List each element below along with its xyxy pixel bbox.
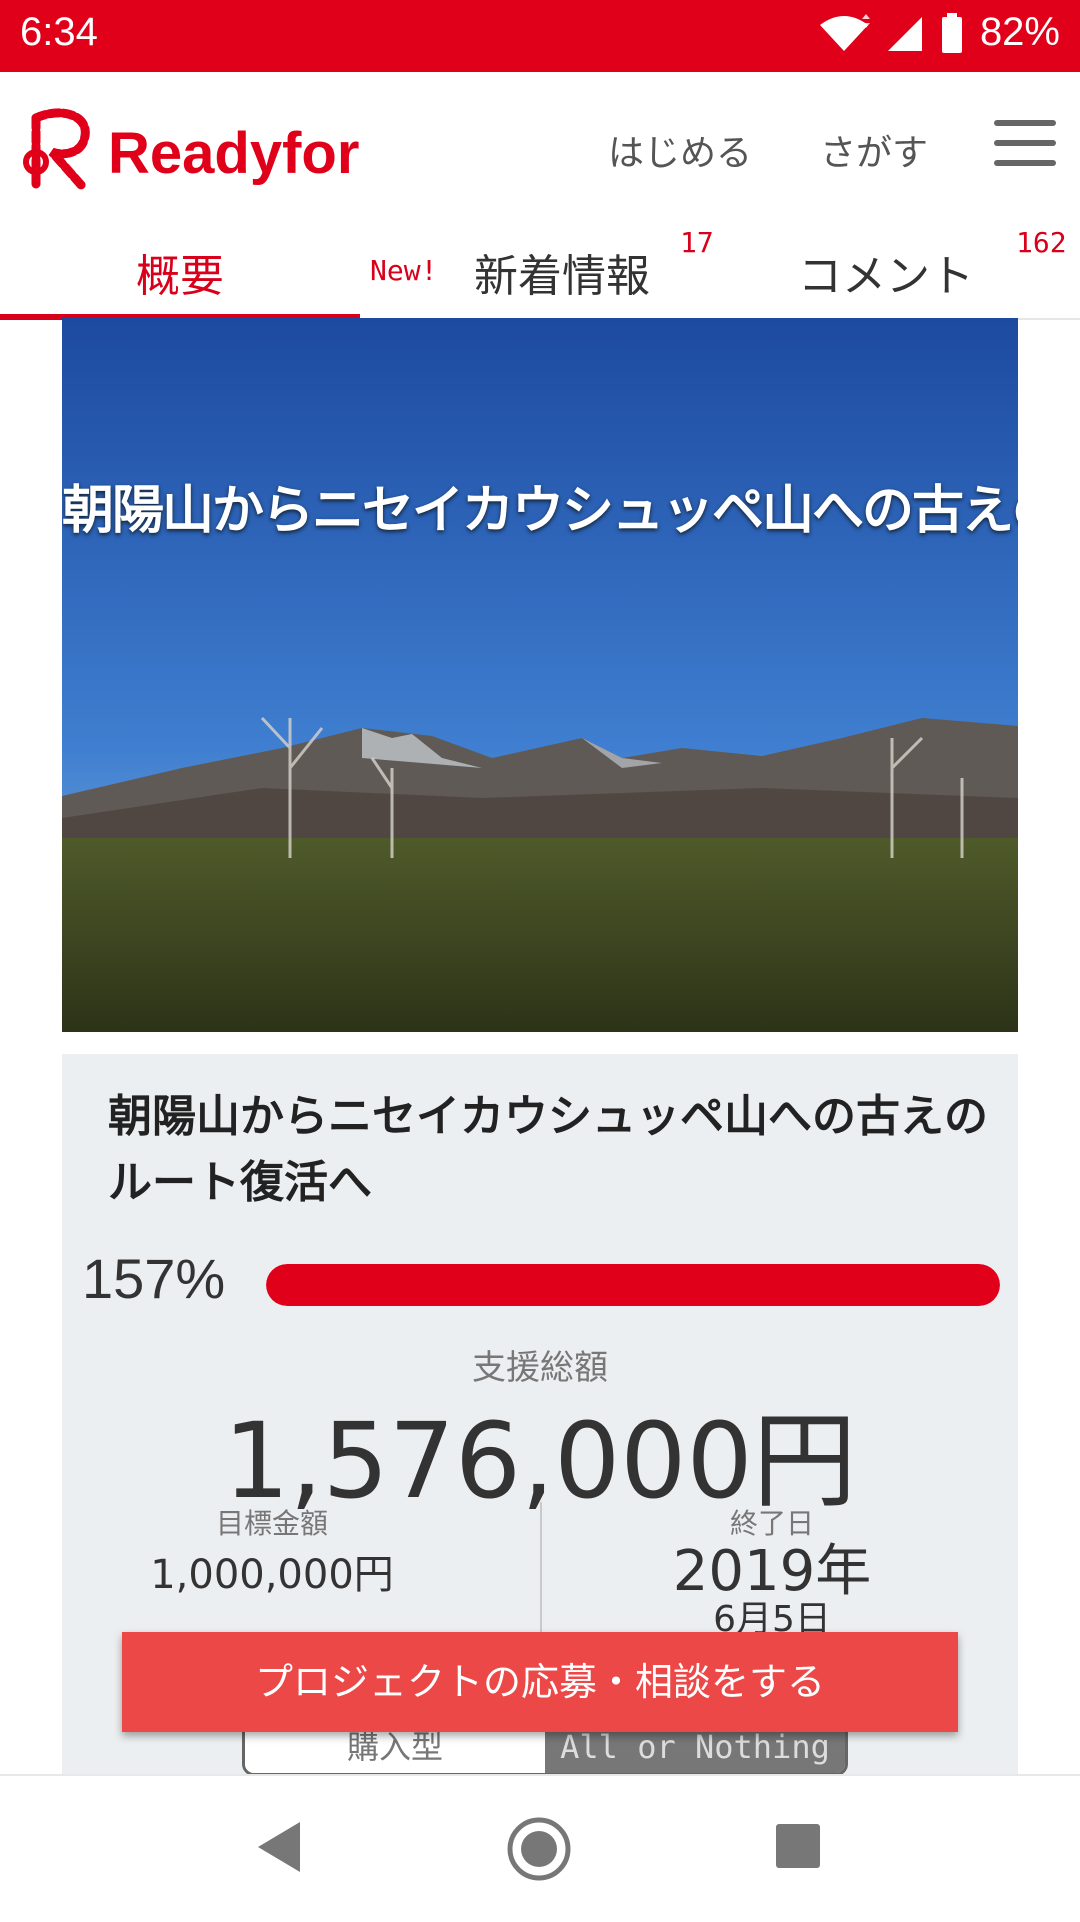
battery-percent: 82% — [979, 10, 1060, 54]
back-icon[interactable] — [254, 1820, 304, 1874]
project-title: 朝陽山からニセイカウシュッペ山への古えのルート復活へ — [108, 1091, 988, 1208]
project-hero-image: 朝陽山からニセイカウシュッペ山への古えのルート復活へ — [62, 318, 1018, 1032]
mountain-landscape-image — [62, 318, 1018, 1032]
goal-label: 目標金額 — [215, 1507, 328, 1540]
hamburger-menu-icon[interactable] — [994, 120, 1056, 168]
project-tabs: 概要 New! 新着情報 17 コメント 162 — [0, 222, 1080, 320]
goal-amount: 1,000,000円 — [150, 1552, 394, 1598]
system-navigation-bar — [0, 1774, 1080, 1922]
funding-percent: 157% — [82, 1247, 226, 1310]
hero-title-overlay: 朝陽山からニセイカウシュッペ山への古えのルート復活へ — [62, 481, 1018, 541]
new-badge: New! — [370, 254, 438, 287]
funding-progress-fill — [266, 1264, 1000, 1306]
nav-start[interactable]: はじめる — [608, 124, 752, 176]
tab-updates[interactable]: 新着情報 — [474, 240, 650, 304]
home-icon[interactable] — [506, 1816, 572, 1882]
status-time: 6:34 — [20, 10, 98, 54]
updates-count-badge: 17 — [680, 226, 714, 259]
wifi-icon — [819, 13, 870, 51]
end-date-label: 終了日 — [729, 1507, 814, 1540]
apply-consult-button[interactable]: プロジェクトの応募・相談をする — [122, 1632, 958, 1732]
end-year: 2019年 — [672, 1539, 872, 1604]
signal-icon — [887, 16, 922, 51]
status-bar: 6:34 82% — [0, 0, 1080, 72]
readyfor-logo-icon[interactable] — [22, 106, 98, 192]
end-date-stat: 終了日 2019年 6月5日 — [562, 1502, 982, 1638]
site-header: Readyfor はじめる さがす — [0, 72, 1080, 222]
comments-count-badge: 162 — [1016, 226, 1067, 259]
tab-overview[interactable]: 概要 — [136, 240, 224, 304]
battery-icon — [941, 12, 962, 53]
nav-search[interactable]: さがす — [820, 124, 928, 176]
logo-text[interactable]: Readyfor — [108, 120, 359, 187]
tab-comments[interactable]: コメント — [798, 240, 974, 304]
recents-icon[interactable] — [774, 1822, 822, 1870]
goal-stat: 目標金額 1,000,000円 — [62, 1502, 482, 1600]
funding-progress-bar — [266, 1264, 1000, 1306]
status-icons: 82% — [818, 10, 1060, 55]
